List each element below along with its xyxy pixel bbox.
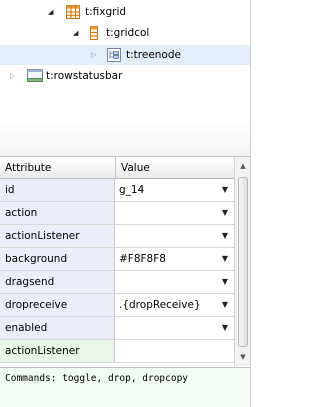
tree-node-label: t:gridcol	[106, 27, 150, 39]
commands-bar: Commands: toggle, drop, dropcopy	[0, 367, 254, 407]
scroll-down-arrow-icon[interactable]: ▼	[235, 350, 251, 364]
scroll-up-arrow-icon[interactable]: ▲	[235, 159, 251, 173]
tree-node-fixgrid[interactable]: ◢ t:fixgrid	[0, 2, 254, 22]
table-row[interactable]: id g_14 ▼	[0, 179, 234, 202]
tree-node-rowstatusbar[interactable]: ▷ t:rowstatusbar	[0, 66, 254, 86]
expanded-arrow-icon[interactable]: ◢	[48, 2, 57, 22]
table-row-new[interactable]: actionListener	[0, 340, 234, 363]
commands-text: Commands: toggle, drop, dropcopy	[5, 373, 189, 384]
collapsed-arrow-icon[interactable]: ▷	[91, 45, 100, 65]
collapsed-arrow-icon[interactable]: ▷	[10, 66, 19, 86]
tree-node-label: t:treenode	[126, 49, 181, 61]
dropdown-arrow-icon[interactable]: ▼	[220, 202, 230, 224]
table-row[interactable]: background #F8F8F8 ▼	[0, 248, 234, 271]
tree-node-label: t:fixgrid	[85, 6, 127, 18]
value-cell[interactable]: ▼	[116, 225, 234, 247]
statusbar-icon	[27, 69, 43, 91]
table-row[interactable]: dragsend ▼	[0, 271, 234, 294]
vertical-scrollbar[interactable]: ▲ ▼	[234, 157, 251, 366]
expanded-arrow-icon[interactable]: ◢	[73, 23, 82, 43]
attribute-cell: background	[0, 248, 115, 270]
attribute-cell: actionListener	[0, 225, 115, 247]
value-cell[interactable]: #F8F8F8 ▼	[116, 248, 234, 270]
value-column-header[interactable]: Value	[116, 157, 234, 179]
attribute-column-header[interactable]: Attribute	[0, 157, 116, 179]
attribute-cell: dragsend	[0, 271, 115, 293]
value-cell[interactable]: g_14 ▼	[116, 179, 234, 201]
attribute-cell: id	[0, 179, 115, 201]
tree-node-treenode[interactable]: ▷ t:treenode	[0, 45, 250, 65]
value-text: #F8F8F8	[119, 253, 166, 265]
table-row[interactable]: dropreceive .{dropReceive} ▼	[0, 294, 234, 317]
component-tree: ◢ t:fixgrid ◢ t:gridcol ▷ t:treenode ▷ t…	[0, 0, 254, 120]
attribute-cell: dropreceive	[0, 294, 115, 316]
value-cell[interactable]: ▼	[116, 202, 234, 224]
value-cell[interactable]: .{dropReceive} ▼	[116, 294, 234, 316]
value-cell[interactable]: ▼	[116, 317, 234, 339]
attribute-cell: enabled	[0, 317, 115, 339]
dropdown-arrow-icon[interactable]: ▼	[220, 294, 230, 316]
dropdown-arrow-icon[interactable]: ▼	[220, 225, 230, 247]
dropdown-arrow-icon[interactable]: ▼	[220, 179, 230, 201]
scrollbar-thumb[interactable]	[238, 177, 248, 347]
attribute-table: Attribute Value id g_14 ▼ action ▼ action…	[0, 157, 234, 367]
attribute-cell[interactable]: actionListener	[0, 340, 115, 362]
value-cell[interactable]: ▼	[116, 271, 234, 293]
tree-node-label: t:rowstatusbar	[46, 70, 123, 82]
dropdown-arrow-icon[interactable]: ▼	[220, 248, 230, 270]
value-text: g_14	[119, 184, 145, 196]
dropdown-arrow-icon[interactable]: ▼	[220, 271, 230, 293]
value-cell[interactable]	[116, 340, 234, 362]
right-edge-border	[250, 0, 255, 407]
value-text: .{dropReceive}	[119, 299, 201, 311]
table-row[interactable]: enabled ▼	[0, 317, 234, 340]
dropdown-arrow-icon[interactable]: ▼	[220, 317, 230, 339]
panel-splitter[interactable]	[0, 120, 254, 157]
attribute-cell: action	[0, 202, 115, 224]
table-row[interactable]: action ▼	[0, 202, 234, 225]
table-row[interactable]: actionListener ▼	[0, 225, 234, 248]
tree-node-gridcol[interactable]: ◢ t:gridcol	[0, 23, 254, 43]
